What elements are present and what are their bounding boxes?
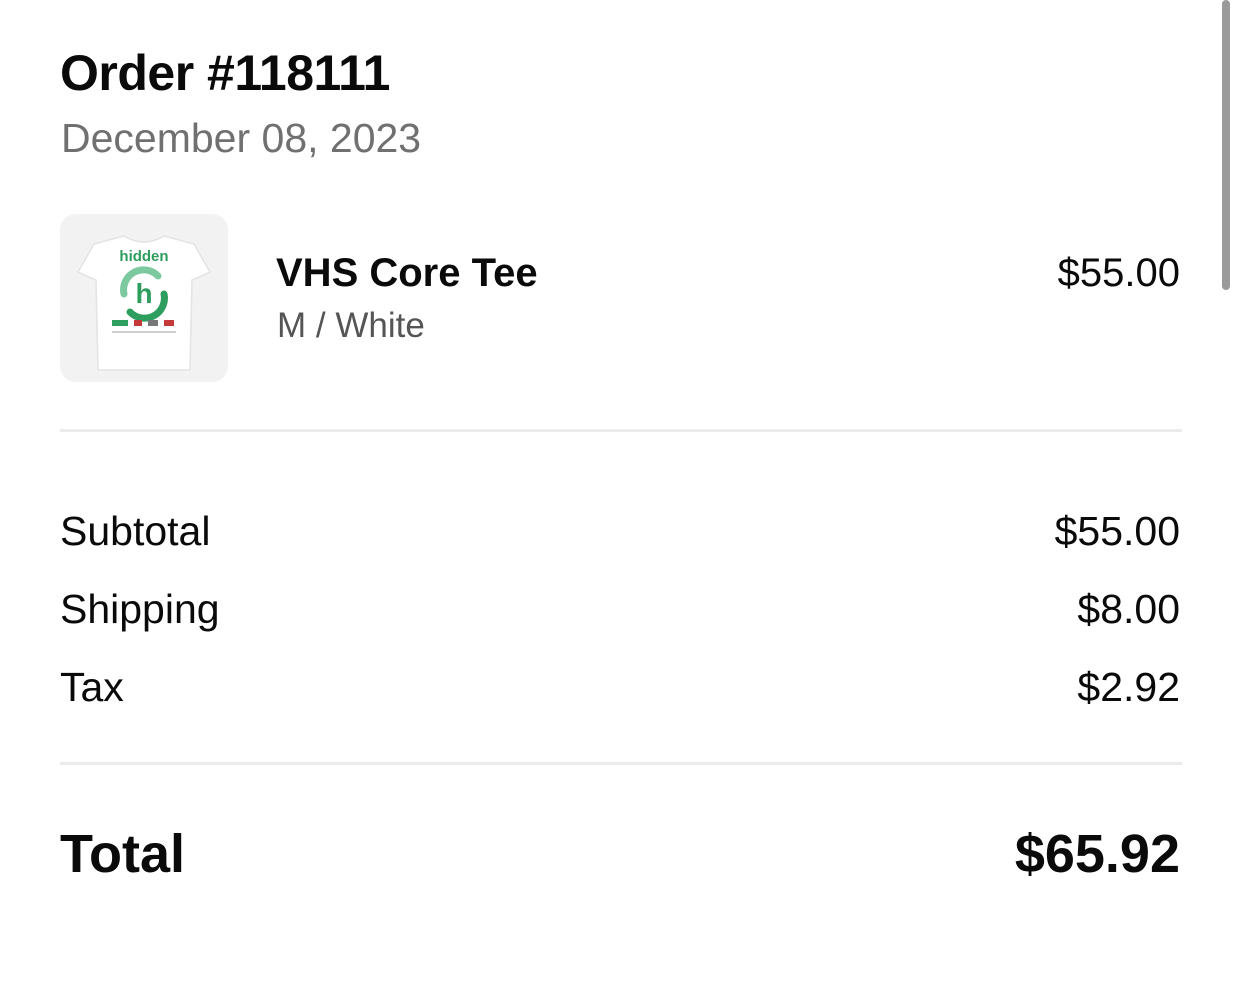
- svg-text:h: h: [135, 278, 152, 309]
- divider: [60, 762, 1182, 765]
- tax-value: $2.92: [1077, 664, 1180, 710]
- subtotal-value: $55.00: [1054, 508, 1180, 554]
- order-detail-page: Order #118111 December 08, 2023 hidden h…: [0, 0, 1242, 1008]
- shipping-label: Shipping: [60, 586, 220, 632]
- item-price: $55.00: [1057, 251, 1180, 295]
- item-name[interactable]: VHS Core Tee: [276, 249, 538, 297]
- tshirt-product-image: hidden h: [60, 214, 228, 382]
- total-label: Total: [60, 824, 185, 884]
- subtotal-row: Subtotal $55.00: [60, 506, 1180, 556]
- total-value: $65.92: [1014, 824, 1180, 884]
- svg-text:hidden: hidden: [119, 248, 168, 265]
- subtotal-label: Subtotal: [60, 508, 211, 554]
- tax-label: Tax: [60, 664, 124, 710]
- shipping-row: Shipping $8.00: [60, 584, 1180, 634]
- item-variant: M / White: [277, 306, 425, 345]
- total-row: Total $65.92: [60, 821, 1180, 887]
- order-date: December 08, 2023: [61, 115, 422, 161]
- scrollbar[interactable]: [1222, 0, 1230, 290]
- product-thumbnail[interactable]: hidden h: [60, 214, 228, 382]
- divider: [60, 429, 1182, 432]
- tax-row: Tax $2.92: [60, 662, 1180, 712]
- order-title: Order #118111: [60, 45, 390, 101]
- shipping-value: $8.00: [1077, 586, 1180, 632]
